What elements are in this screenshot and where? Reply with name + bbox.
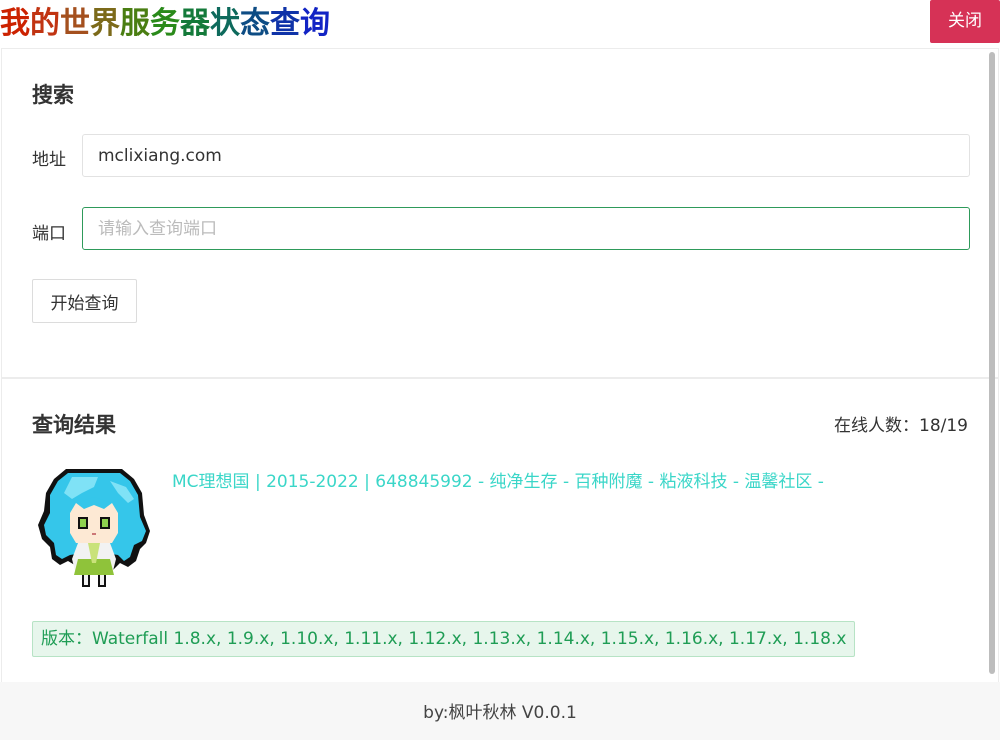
server-motd: MC理想国 | 2015-2022 | 648845992 - 纯净生存 - 百…: [172, 467, 824, 492]
app-title-char: 询: [300, 6, 330, 41]
app-title-char: 界: [90, 6, 120, 41]
result-card: 查询结果 在线人数：18/19 MC理想国 | 2015-2022 | 6488…: [1, 378, 999, 682]
app-title-char: 状: [210, 6, 240, 41]
app-title-char: 我: [0, 6, 30, 41]
server-favicon-icon: [38, 469, 150, 587]
search-card-title: 搜索: [32, 83, 74, 107]
app-title-char: 世: [60, 6, 90, 41]
content-area: 搜索 地址 端口 开始查询 查询结果 在线人数：18/19: [0, 48, 1000, 682]
online-count: 在线人数：18/19: [834, 411, 968, 436]
app-title-char: 查: [270, 6, 300, 41]
app-title-char: 态: [240, 6, 270, 41]
port-label: 端口: [32, 224, 66, 244]
scrollbar[interactable]: [989, 52, 995, 674]
online-count-value: 18/19: [919, 416, 968, 436]
app-title-char: 服: [120, 6, 150, 41]
app-title: 我的世界服务器状态查询: [0, 4, 330, 44]
online-count-label: 在线人数：: [834, 416, 919, 436]
version-value: Waterfall 1.8.x, 1.9.x, 1.10.x, 1.11.x, …: [92, 629, 847, 649]
address-input[interactable]: [82, 134, 970, 177]
version-label: 版本：: [41, 629, 92, 649]
app-title-char: 的: [30, 6, 60, 41]
app-title-char: 器: [180, 6, 210, 41]
version-badge: 版本：Waterfall 1.8.x, 1.9.x, 1.10.x, 1.11.…: [32, 621, 856, 657]
result-card-title: 查询结果: [32, 413, 116, 437]
motd-segment: MC理想国 | 2015-2022 | 648845992 - 纯净生存 - 百…: [172, 472, 824, 492]
port-input[interactable]: [82, 207, 970, 250]
address-label: 地址: [32, 150, 66, 170]
footer: by:枫叶秋林 V0.0.1: [0, 682, 1000, 740]
close-button[interactable]: 关闭: [930, 0, 1000, 43]
top-bar: 我的世界服务器状态查询 关闭: [0, 0, 1000, 48]
search-card: 搜索 地址 端口 开始查询: [1, 48, 999, 378]
app-title-char: 务: [150, 6, 180, 41]
start-query-button[interactable]: 开始查询: [32, 279, 137, 323]
